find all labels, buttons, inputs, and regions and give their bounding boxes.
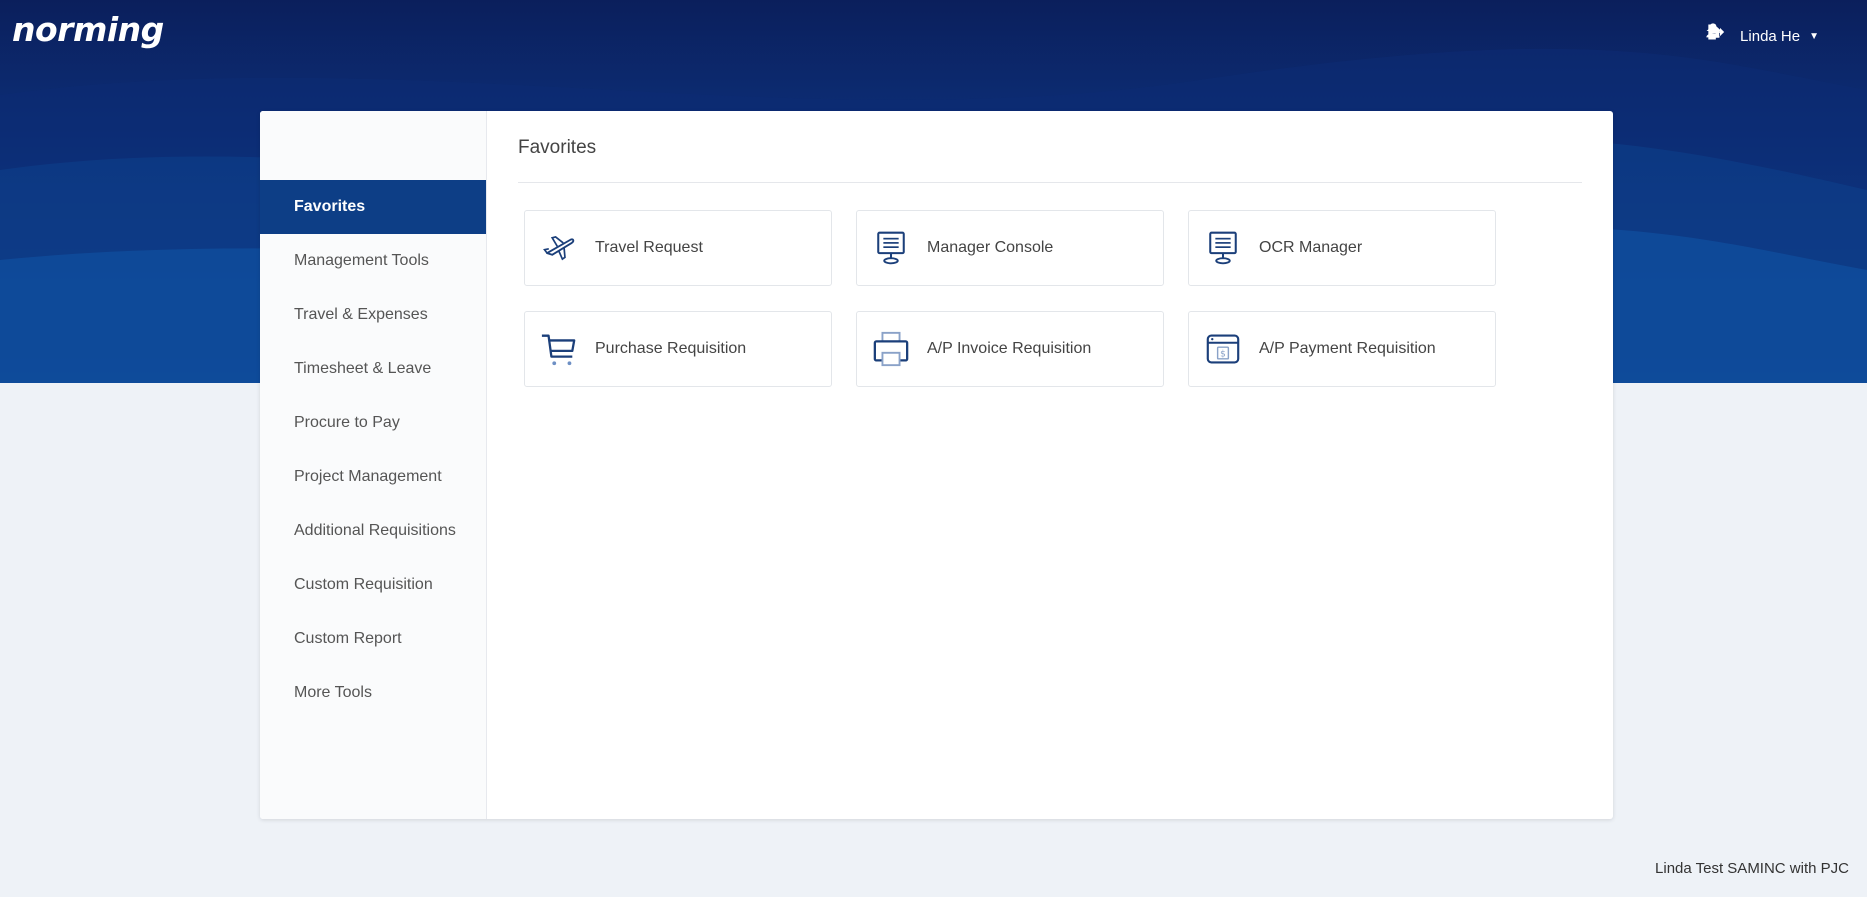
tile-label: A/P Payment Requisition	[1259, 340, 1436, 357]
tile-ocr-manager[interactable]: OCR Manager	[1188, 210, 1496, 286]
tile-label: Purchase Requisition	[595, 340, 747, 357]
page-title: Favorites	[518, 137, 1582, 183]
sidebar-item-timesheet-leave[interactable]: Timesheet & Leave	[260, 342, 486, 396]
tile-ap-invoice-requisition[interactable]: A/P Invoice Requisition	[856, 311, 1164, 387]
sidebar-item-favorites[interactable]: Favorites	[260, 180, 486, 234]
user-menu[interactable]: Linda He ▼	[1706, 23, 1819, 45]
tile-purchase-requisition[interactable]: Purchase Requisition	[524, 311, 832, 387]
sidebar-item-custom-requisition[interactable]: Custom Requisition	[260, 558, 486, 612]
printer-icon	[871, 329, 911, 369]
payment-icon: $	[1203, 329, 1243, 369]
sidebar-item-project-management[interactable]: Project Management	[260, 450, 486, 504]
monitor-icon	[1203, 228, 1243, 268]
svg-text:$: $	[1220, 350, 1226, 360]
sidebar-item-more-tools[interactable]: More Tools	[260, 666, 486, 720]
sidebar: Favorites Management Tools Travel & Expe…	[260, 111, 487, 819]
top-navigation: Linda He ▼	[1705, 22, 1849, 50]
tile-label: Manager Console	[927, 239, 1054, 256]
user-name: Linda He	[1740, 27, 1801, 45]
cart-icon	[539, 329, 579, 369]
sidebar-item-additional-requisitions[interactable]: Additional Requisitions	[260, 504, 486, 558]
norming-logo[interactable]: norming	[12, 10, 164, 49]
sidebar-item-management-tools[interactable]: Management Tools	[260, 234, 486, 288]
main-content: Favorites Travel Request Manager Console…	[487, 111, 1613, 819]
sidebar-item-travel-expenses[interactable]: Travel & Expenses	[260, 288, 486, 342]
tile-manager-console[interactable]: Manager Console	[856, 210, 1164, 286]
footer-company-text: Linda Test SAMINC with PJC	[1655, 860, 1849, 877]
tile-ap-payment-requisition[interactable]: $ A/P Payment Requisition	[1188, 311, 1496, 387]
tile-label: OCR Manager	[1259, 239, 1363, 256]
tile-label: A/P Invoice Requisition	[927, 340, 1092, 357]
chevron-down-icon: ▼	[1809, 30, 1819, 42]
monitor-icon	[871, 228, 911, 268]
favorites-grid: Travel Request Manager Console OCR Manag…	[518, 210, 1582, 387]
tile-travel-request[interactable]: Travel Request	[524, 210, 832, 286]
tile-label: Travel Request	[595, 239, 703, 256]
sidebar-item-procure-to-pay[interactable]: Procure to Pay	[260, 396, 486, 450]
sidebar-item-custom-report[interactable]: Custom Report	[260, 612, 486, 666]
main-card: Favorites Management Tools Travel & Expe…	[260, 111, 1613, 819]
airplane-icon	[539, 228, 579, 268]
